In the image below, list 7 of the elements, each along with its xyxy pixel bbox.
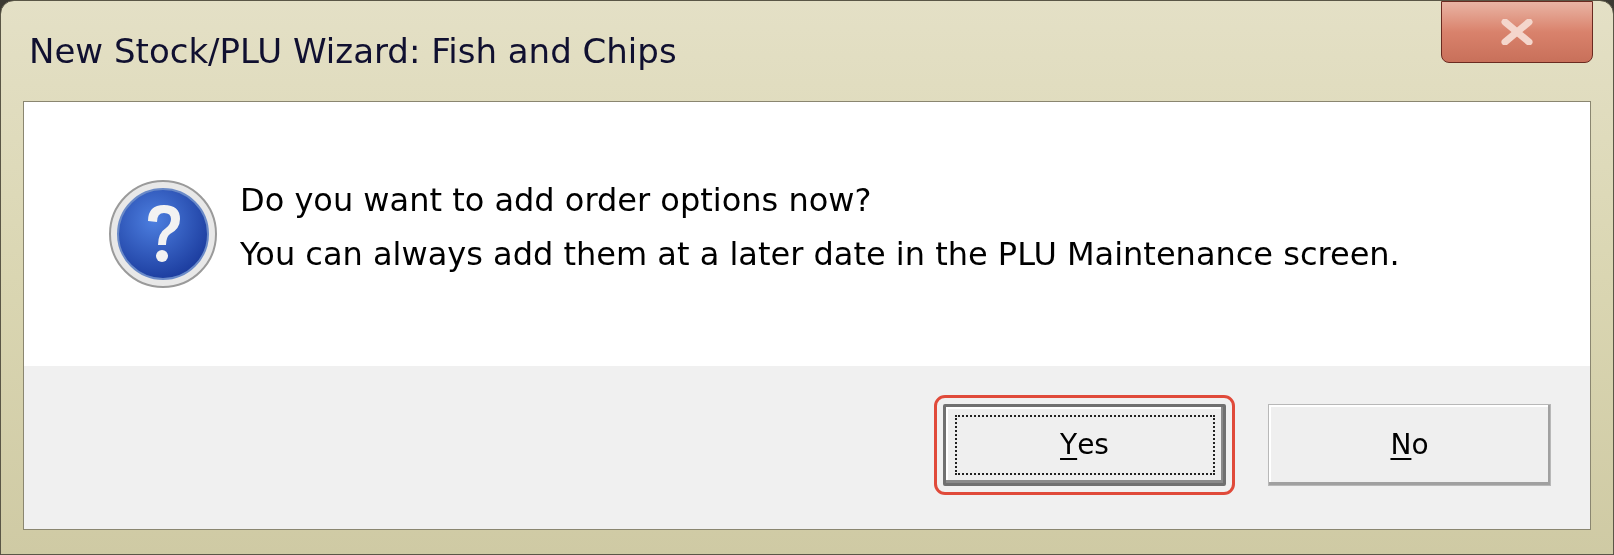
close-button[interactable]	[1441, 1, 1593, 63]
question-icon	[108, 179, 218, 289]
close-icon	[1500, 19, 1534, 45]
dialog-button[interactable]: No	[1268, 403, 1551, 486]
message-text: You can always add them at a later date in the PLU Maintenance screen.	[240, 234, 1400, 275]
window-title: New Stock/PLU Wizard: Fish and Chips	[29, 29, 677, 73]
message-text: Do you want to add order options now?	[240, 180, 873, 221]
